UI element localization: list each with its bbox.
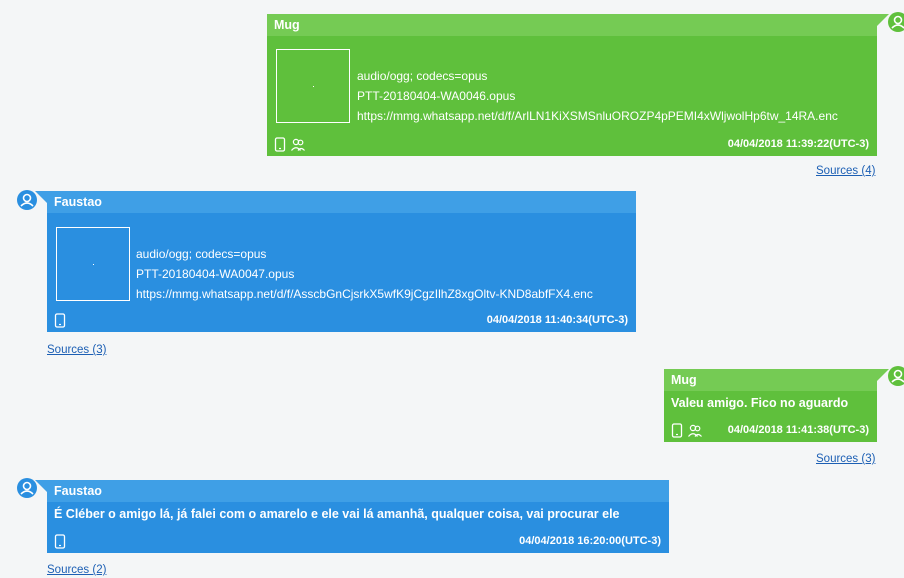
sender-avatar-icon bbox=[17, 190, 37, 210]
sources-link[interactable]: Sources (2) bbox=[47, 564, 106, 576]
message-bubble: Faustao audio/ogg; codecs=opus PTT-20180… bbox=[35, 191, 636, 332]
sources-link[interactable]: Sources (4) bbox=[816, 165, 875, 177]
message-timestamp: 04/04/2018 11:41:38(UTC-3) bbox=[727, 424, 869, 436]
attachment-filename: PTT-20180404-WA0047.opus bbox=[136, 267, 295, 281]
sender-avatar-icon bbox=[888, 12, 904, 32]
message-bubble: Mug Valeu amigo. Fico no aguardo 04/04/2… bbox=[664, 369, 889, 442]
sender-name: Mug bbox=[664, 369, 877, 391]
message-bubble: Faustao É Cléber o amigo lá, já falei co… bbox=[35, 480, 669, 553]
sources-link[interactable]: Sources (3) bbox=[47, 344, 106, 356]
sender-avatar-icon bbox=[17, 478, 37, 498]
attachment-filename: PTT-20180404-WA0046.opus bbox=[357, 89, 516, 103]
message-timestamp: 04/04/2018 11:40:34(UTC-3) bbox=[486, 314, 628, 326]
attachment-url[interactable]: https://mmg.whatsapp.net/d/f/AsscbGnCjsr… bbox=[136, 284, 593, 304]
attachment-mime: audio/ogg; codecs=opus bbox=[357, 69, 488, 83]
message-bubble: Mug audio/ogg; codecs=opus PTT-20180404-… bbox=[267, 14, 889, 156]
phone-icon bbox=[274, 137, 286, 152]
sender-avatar-icon bbox=[888, 366, 904, 386]
phone-icon bbox=[54, 313, 66, 328]
message-text: Valeu amigo. Fico no aguardo bbox=[671, 396, 849, 410]
group-icon bbox=[290, 137, 306, 152]
sender-name: Faustao bbox=[47, 191, 636, 213]
phone-icon bbox=[54, 534, 66, 549]
attachment-mime: audio/ogg; codecs=opus bbox=[136, 247, 267, 261]
attachment-url[interactable]: https://mmg.whatsapp.net/d/f/ArlLN1KiXSM… bbox=[357, 106, 838, 126]
message-timestamp: 04/04/2018 16:20:00(UTC-3) bbox=[519, 535, 661, 547]
message-text: É Cléber o amigo lá, já falei com o amar… bbox=[54, 507, 620, 521]
sender-name: Mug bbox=[267, 14, 877, 36]
sender-name: Faustao bbox=[47, 480, 669, 502]
sources-link[interactable]: Sources (3) bbox=[816, 453, 875, 465]
group-icon bbox=[687, 423, 703, 438]
message-timestamp: 04/04/2018 11:39:22(UTC-3) bbox=[727, 138, 869, 150]
phone-icon bbox=[671, 423, 683, 438]
audio-thumbnail[interactable] bbox=[56, 227, 130, 301]
audio-thumbnail[interactable] bbox=[276, 49, 350, 123]
